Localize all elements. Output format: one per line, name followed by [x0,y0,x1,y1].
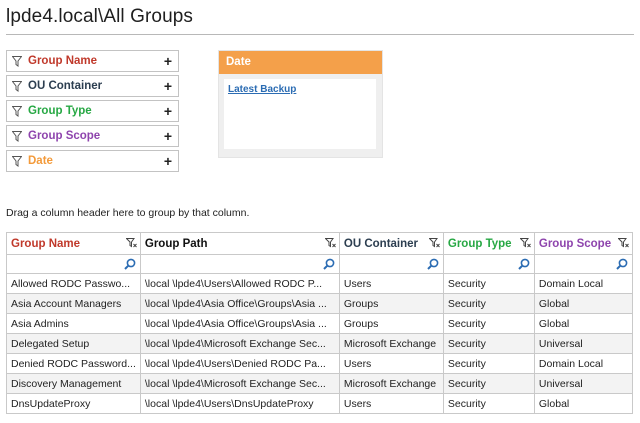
column-header-label: OU Container [343,237,419,250]
magnifier-icon[interactable] [124,258,136,270]
table-cell: Security [442,293,535,314]
date-panel-body: Latest Backup [224,79,376,149]
table-cell: Microsoft Exchange [338,333,444,354]
funnel-icon[interactable] [519,238,531,249]
table-cell: Groups [338,293,444,314]
table-cell: \local \lpde4\Users\Denied RODC Pa... [139,353,340,374]
group-by-hint: Drag a column header here to group by th… [6,207,250,219]
column-header-group-type[interactable]: Group Type [442,232,535,255]
plus-icon[interactable]: + [164,153,172,169]
table-cell: \local \lpde4\Microsoft Exchange Sec... [139,373,340,394]
filter-group-scope[interactable]: Group Scope + [6,125,179,147]
plus-icon[interactable]: + [164,53,172,69]
filter-ou-container[interactable]: OU Container + [6,75,179,97]
column-header-ou-container[interactable]: OU Container [338,232,444,255]
search-cell-group-type[interactable] [442,254,535,274]
table-row[interactable]: DnsUpdateProxy \local \lpde4\Users\DnsUpd… [6,393,633,414]
table-cell: \local \lpde4\Asia Office\Groups\Asia ..… [139,313,340,334]
column-header-label: Group Scope [538,237,612,250]
table-cell: Global [533,313,633,334]
table-cell: Microsoft Exchange [338,373,444,394]
table-cell: Security [442,393,535,414]
magnifier-icon[interactable] [323,258,335,270]
table-cell: Users [338,273,444,294]
funnel-icon [12,80,22,92]
title-divider [6,34,634,35]
funnel-icon [12,130,22,142]
table-cell: Domain Local [533,353,633,374]
filter-label: Group Scope [28,130,101,142]
table-cell: Universal [533,333,633,354]
plus-icon[interactable]: + [164,103,172,119]
table-cell: \local \lpde4\Microsoft Exchange Sec... [139,333,340,354]
table-row[interactable]: Delegated Setup \local \lpde4\Microsoft E… [6,333,633,354]
filter-date[interactable]: Date + [6,150,179,172]
table-cell: Users [338,393,444,414]
magnifier-icon[interactable] [518,258,530,270]
filter-panel: Group Name + OU Container + Group Type +… [6,50,179,175]
table-cell: Security [442,273,535,294]
column-header-group-path[interactable]: Group Path [139,232,340,255]
table-cell: Global [533,293,633,314]
table-cell: Delegated Setup [6,333,141,354]
date-panel-header: Date [219,51,382,74]
table-cell: Groups [338,313,444,334]
table-cell: Users [338,353,444,374]
funnel-icon[interactable] [324,238,336,249]
plus-icon[interactable]: + [164,128,172,144]
table-cell: Asia Admins [6,313,141,334]
table-cell: Discovery Management [6,373,141,394]
magnifier-icon[interactable] [427,258,439,270]
filter-label: OU Container [28,80,103,92]
table-cell: Denied RODC Password... [6,353,141,374]
column-header-label: Group Path [144,237,208,250]
table-cell: Allowed RODC Passwo... [6,273,141,294]
funnel-icon[interactable] [125,238,137,249]
table-cell: Domain Local [533,273,633,294]
column-header-label: Group Type [447,237,512,250]
funnel-icon [12,155,22,167]
table-row[interactable]: Allowed RODC Passwo... \local \lpde4\User… [6,273,633,294]
table-cell: \local \lpde4\Users\DnsUpdateProxy [139,393,340,414]
search-cell-group-scope[interactable] [533,254,633,274]
table-cell: Asia Account Managers [6,293,141,314]
column-search-row [6,254,633,274]
table-cell: Security [442,373,535,394]
filter-group-type[interactable]: Group Type + [6,100,179,122]
table-cell: \local \lpde4\Asia Office\Groups\Asia ..… [139,293,340,314]
page-title: lpde4.local\All Groups [6,6,194,27]
funnel-icon[interactable] [428,238,440,249]
table-cell: Security [442,333,535,354]
table-row[interactable]: Discovery Management \local \lpde4\Micros… [6,373,633,394]
magnifier-icon[interactable] [616,258,628,270]
table-cell: \local \lpde4\Users\Allowed RODC P... [139,273,340,294]
filter-label: Group Type [28,105,92,117]
filter-group-name[interactable]: Group Name + [6,50,179,72]
table-cell: DnsUpdateProxy [6,393,141,414]
table-cell: Security [442,353,535,374]
groups-grid: Group Name Group Path OU Container Group… [6,232,633,414]
table-row[interactable]: Asia Account Managers \local \lpde4\Asia … [6,293,633,314]
date-panel: Date Latest Backup [218,50,383,158]
search-cell-group-name[interactable] [6,254,141,274]
funnel-icon [12,55,22,67]
search-cell-group-path[interactable] [139,254,340,274]
table-cell: Universal [533,373,633,394]
plus-icon[interactable]: + [164,78,172,94]
filter-label: Group Name [28,55,98,67]
search-cell-ou-container[interactable] [338,254,444,274]
latest-backup-link[interactable]: Latest Backup [228,84,296,95]
funnel-icon[interactable] [617,238,629,249]
column-header-group-name[interactable]: Group Name [6,232,141,255]
table-cell: Security [442,313,535,334]
column-header-label: Group Name [11,237,81,250]
column-header-group-scope[interactable]: Group Scope [533,232,633,255]
table-row[interactable]: Denied RODC Password... \local \lpde4\Use… [6,353,633,374]
funnel-icon [12,105,22,117]
table-cell: Global [533,393,633,414]
table-row[interactable]: Asia Admins \local \lpde4\Asia Office\Gro… [6,313,633,334]
filter-label: Date [28,155,53,167]
